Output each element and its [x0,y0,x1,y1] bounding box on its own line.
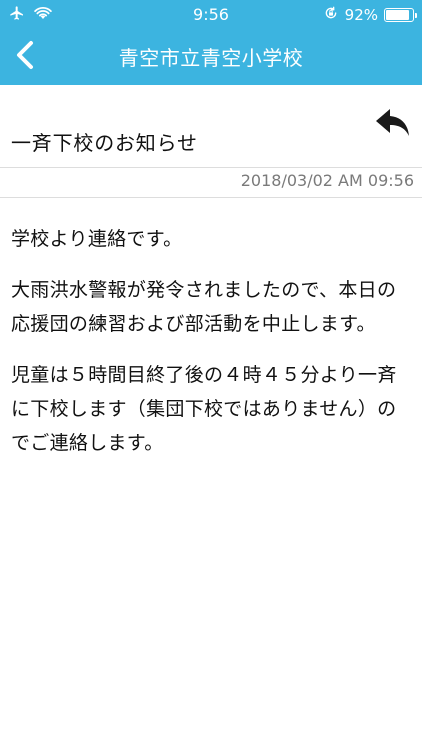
orientation-lock-icon [323,5,339,25]
battery-icon [384,8,417,22]
nav-bar: 青空市立青空小学校 [0,28,422,85]
divider [0,167,422,168]
reply-button[interactable] [370,105,416,145]
message-paragraph: 児童は５時間目終了後の４時４５分より一斉に下校します（集団下校ではありません）の… [11,364,397,454]
battery-percent: 92% [344,6,378,24]
status-bar: 9:56 92% [0,0,422,28]
page-title: 青空市立青空小学校 [118,46,304,70]
message-paragraph: 学校より連絡です。 [11,228,183,250]
message-paragraph: 大雨洪水警報が発令されましたので、本日の応援団の練習および部活動を中止します。 [11,279,397,335]
reply-arrow-icon [374,107,412,143]
header: 9:56 92% 青空市立青空小学校 [0,0,422,85]
status-right: 92% [323,5,417,25]
message-timestamp: 2018/03/02 AM 09:56 [240,171,414,190]
message-header: 一斉下校のお知らせ 2018/03/02 AM 09:56 [0,85,422,198]
battery-fill [386,10,410,20]
divider [0,197,422,198]
message-subject: 一斉下校のお知らせ [11,131,198,155]
message-body: 学校より連絡です。 大雨洪水警報が発令されましたので、本日の応援団の練習および部… [11,222,411,477]
